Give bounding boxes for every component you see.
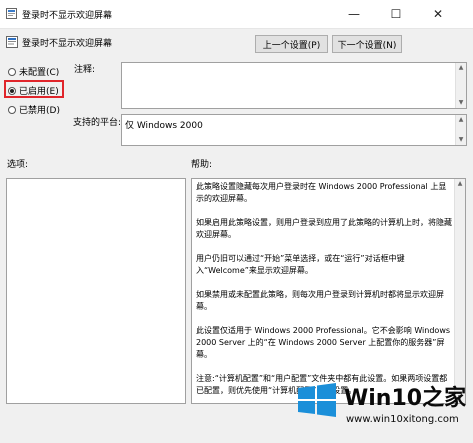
scroll-up-icon[interactable]: ▲	[456, 63, 466, 73]
watermark-url: www.win10xitong.com	[346, 414, 459, 425]
radio-disabled[interactable]: 已禁用(D)	[8, 103, 60, 116]
radio-circle[interactable]	[8, 105, 16, 114]
radio-label: 已禁用(D)	[19, 106, 60, 116]
scroll-up-icon[interactable]: ▲	[456, 115, 466, 125]
radio-circle[interactable]	[8, 67, 16, 76]
next-setting-button[interactable]: 下一个设置(N)	[332, 35, 402, 53]
radio-label: 未配置(C)	[19, 68, 60, 78]
supported-label: 支持的平台:	[73, 118, 122, 128]
supported-value: 仅 Windows 2000	[125, 121, 203, 131]
help-paragraph: 如果启用此策略设置，则用户登录到应用了此策略的计算机上时，将隐藏欢迎屏幕。	[196, 218, 452, 239]
supported-scrollbar[interactable]: ▲ ▼	[455, 115, 466, 145]
previous-setting-button[interactable]: 上一个设置(P)	[255, 35, 328, 53]
window-title: 登录时不显示欢迎屏幕	[22, 11, 113, 21]
radio-not-configured[interactable]: 未配置(C)	[8, 65, 59, 78]
scroll-up-icon[interactable]: ▲	[455, 179, 465, 189]
watermark-brand: Win10之家	[344, 386, 467, 411]
supported-box: 仅 Windows 2000 ▲ ▼	[121, 114, 467, 146]
options-pane	[6, 178, 186, 404]
close-button[interactable]: ✕	[421, 0, 455, 28]
maximize-icon: ☐	[390, 7, 402, 21]
help-text: 此策略设置隐藏每次用户登录时在 Windows 2000 Professiona…	[196, 181, 452, 403]
comment-textarea[interactable]: ▲ ▼	[121, 62, 467, 109]
help-pane: 此策略设置隐藏每次用户登录时在 Windows 2000 Professiona…	[191, 178, 466, 404]
maximize-button[interactable]: ☐	[379, 0, 413, 28]
scroll-down-icon[interactable]: ▼	[456, 135, 466, 145]
windows-logo-icon	[298, 383, 336, 417]
policy-title: 登录时不显示欢迎屏幕	[22, 39, 113, 49]
help-paragraph: 如果禁用或未配置此策略，则每次用户登录到计算机时都将显示欢迎屏幕。	[196, 290, 444, 311]
policy-setting-icon	[6, 36, 18, 48]
help-paragraph: 此设置仅适用于 Windows 2000 Professional。它不会影响 …	[196, 326, 451, 359]
close-icon: ✕	[432, 7, 444, 21]
minimize-icon: —	[348, 7, 360, 21]
scroll-down-icon[interactable]: ▼	[456, 98, 466, 108]
options-pane-label: 选项:	[7, 160, 29, 170]
highlight-annotation-box	[4, 80, 64, 98]
help-scrollbar[interactable]: ▲ ▼	[454, 179, 465, 403]
policy-app-icon	[6, 8, 17, 19]
help-paragraph: 用户仍旧可以通过“开始”菜单选择，或在“运行”对话框中键入“Welcome”来显…	[196, 254, 405, 275]
comment-scrollbar[interactable]: ▲ ▼	[455, 63, 466, 108]
minimize-button[interactable]: —	[337, 0, 371, 28]
title-bar: 登录时不显示欢迎屏幕 — ☐ ✕	[0, 0, 473, 29]
help-pane-label: 帮助:	[191, 160, 213, 170]
help-paragraph: 此策略设置隐藏每次用户登录时在 Windows 2000 Professiona…	[196, 182, 447, 203]
comment-label: 注释:	[74, 65, 96, 75]
